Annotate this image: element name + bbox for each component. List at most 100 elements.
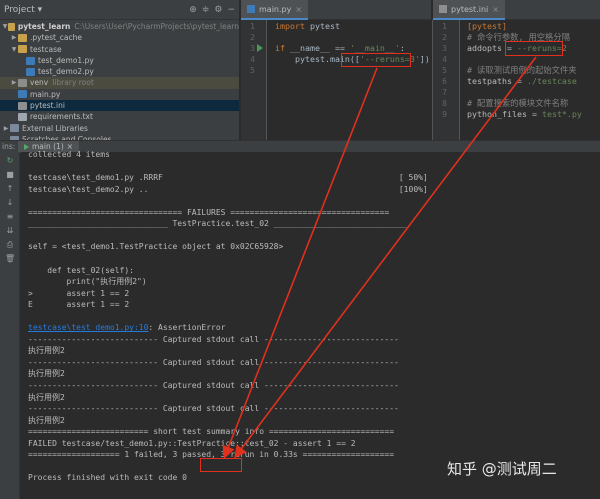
ini-editor-code[interactable]: [pytest] # 命令行参数, 用空格分隔 addopts = --reruns… bbox=[467, 21, 582, 120]
scroll-to-end-icon[interactable]: ⇊ bbox=[5, 226, 15, 236]
project-panel-header: Project ▾ ⊕ ≑ ⚙ − bbox=[0, 0, 239, 20]
tree-item[interactable]: ▼ pytest_learn C:\Users\User\PycharmProjec… bbox=[0, 21, 239, 32]
tree-item[interactable]: pytest.ini bbox=[0, 100, 239, 112]
line-number: 1 bbox=[442, 22, 447, 31]
console-text: _____________________________ TestPracti… bbox=[28, 219, 409, 229]
ini-editor-tabbar: pytest.ini × bbox=[433, 0, 600, 20]
console-text: print("执行用例2") bbox=[28, 277, 147, 287]
code-token: ]) bbox=[419, 54, 430, 64]
console-text: 执行用例2 bbox=[28, 392, 65, 402]
console-line: print("执行用例2") bbox=[28, 276, 147, 287]
console-line: testcase\test_demo2.py .. [100%] bbox=[28, 184, 428, 195]
console-text: --------------------------- Captured std… bbox=[28, 357, 399, 367]
watermark: 知乎 @测试周二 bbox=[447, 460, 557, 478]
main-editor-tabbar: main.py × bbox=[241, 0, 431, 20]
tab-main-py[interactable]: main.py × bbox=[241, 0, 309, 20]
tree-item[interactable]: ▶ .pytest_cache bbox=[0, 32, 239, 43]
hide-panel-icon[interactable]: − bbox=[227, 5, 235, 15]
folder-gray-icon bbox=[18, 79, 27, 88]
console-text: ========================= short test sum… bbox=[28, 427, 395, 437]
run-gutter-icon[interactable] bbox=[257, 44, 263, 52]
tree-item[interactable]: ▶ External Libraries bbox=[0, 123, 239, 134]
tree-item-hint: C:\Users\User\PycharmProjects\pytest_lea… bbox=[74, 22, 239, 31]
run-console[interactable]: collected 4 items testcase\test_demo1.py … bbox=[21, 149, 600, 499]
line-number: 6 bbox=[442, 77, 447, 86]
console-line: testcase\test_demo1.py:10: AssertionErro… bbox=[28, 322, 225, 333]
code-token: '__main__' bbox=[349, 43, 400, 53]
line-number: 1 bbox=[250, 22, 255, 31]
tab-pytest-ini[interactable]: pytest.ini × bbox=[433, 0, 505, 20]
code-line: import pytest bbox=[275, 21, 430, 32]
project-dropdown[interactable]: Project ▾ bbox=[4, 5, 42, 15]
tree-item[interactable]: ▶ venv library root bbox=[0, 77, 239, 89]
gear-icon[interactable]: ⚙ bbox=[214, 5, 222, 15]
py-icon bbox=[26, 56, 35, 65]
code-token: testpaths bbox=[467, 76, 512, 86]
console-line: collected 4 items bbox=[28, 149, 110, 160]
tree-item[interactable]: ▼ testcase bbox=[0, 44, 239, 55]
code-line: # 读取测试用例的起始文件夹 bbox=[467, 65, 582, 76]
up-icon[interactable]: ↑ bbox=[5, 184, 15, 194]
console-line: _____________________________ TestPracti… bbox=[28, 218, 409, 229]
tree-item[interactable]: main.py bbox=[0, 89, 239, 100]
close-tab-icon[interactable]: × bbox=[295, 5, 302, 14]
line-number: 8 bbox=[442, 99, 447, 108]
print-icon[interactable]: ⎙ bbox=[5, 240, 15, 250]
console-text: ================================ FAILURE… bbox=[28, 207, 390, 217]
code-line: testpaths = ./testcase bbox=[467, 76, 582, 87]
console-line: def test_02(self): bbox=[28, 265, 134, 276]
tree-item-label: test_demo2.py bbox=[38, 67, 94, 77]
close-tab-icon[interactable]: × bbox=[492, 5, 499, 14]
python-file-icon bbox=[247, 5, 255, 13]
stop-icon[interactable]: ■ bbox=[5, 170, 15, 180]
console-text: Process finished with exit code 0 bbox=[28, 473, 187, 483]
collapse-all-icon[interactable]: ≑ bbox=[202, 5, 210, 15]
rerun-icon[interactable]: ↻ bbox=[5, 156, 15, 166]
code-line: [pytest] bbox=[467, 21, 582, 32]
code-token: = bbox=[526, 109, 542, 119]
tree-item-label: venv bbox=[30, 78, 49, 88]
console-file-link[interactable]: testcase\test_demo1.py:10 bbox=[28, 323, 148, 332]
console-text: 执行用例2 bbox=[28, 346, 65, 356]
project-panel: Project ▾ ⊕ ≑ ⚙ − ▼ pytest_learn C:\Users\… bbox=[0, 0, 240, 144]
soft-wrap-icon[interactable]: ≡ bbox=[5, 212, 15, 222]
tree-item[interactable]: requirements.txt bbox=[0, 111, 239, 122]
tree-item[interactable]: test_demo2.py bbox=[0, 66, 239, 77]
run-toolbar: ↻ ■ ↑ ↓ ≡ ⇊ ⎙ 🗑 bbox=[0, 152, 20, 499]
console-line: 执行用例2 bbox=[28, 392, 65, 403]
chevron-right-icon[interactable]: ▶ bbox=[10, 32, 18, 43]
tab-main-py-label: main.py bbox=[259, 4, 292, 14]
line-number: 2 bbox=[442, 33, 447, 42]
tree-item[interactable]: test_demo1.py bbox=[0, 55, 239, 66]
chevron-right-icon[interactable]: ▶ bbox=[10, 77, 18, 88]
console-line: --------------------------- Captured std… bbox=[28, 334, 399, 345]
tree-item-label: pytest_learn bbox=[17, 22, 71, 31]
locate-icon[interactable]: ⊕ bbox=[189, 5, 197, 15]
ini-file-icon bbox=[439, 5, 447, 13]
console-line: > assert 1 == 2 bbox=[28, 288, 129, 299]
txt-icon bbox=[18, 113, 27, 122]
code-line: # 配置搜索的模块文件名称 bbox=[467, 98, 582, 109]
console-line: --------------------------- Captured std… bbox=[28, 380, 399, 391]
line-number: 4 bbox=[250, 55, 255, 64]
main-editor-code[interactable]: import pytest if __name__ == '__main__': … bbox=[275, 21, 430, 76]
down-icon[interactable]: ↓ bbox=[5, 198, 15, 208]
clear-icon[interactable]: 🗑 bbox=[5, 254, 15, 264]
console-text: collected 4 items bbox=[28, 150, 110, 159]
tree-item-label: main.py bbox=[30, 89, 61, 99]
console-text: FAILED testcase/test_demo1.py::TestPract… bbox=[28, 438, 356, 448]
code-token: test*.py bbox=[541, 109, 582, 119]
project-panel-tools: ⊕ ≑ ⚙ − bbox=[189, 5, 235, 15]
line-number: 4 bbox=[442, 55, 447, 64]
console-line: 执行用例2 bbox=[28, 368, 65, 379]
line-number: 5 bbox=[250, 66, 255, 75]
line-number: 3 bbox=[250, 44, 255, 53]
code-token: ./testcase bbox=[526, 76, 577, 86]
console-text: testcase\test_demo2.py .. [100%] bbox=[28, 184, 428, 194]
code-token: pytest bbox=[304, 21, 340, 31]
console-text: 执行用例2 bbox=[28, 369, 65, 379]
chevron-right-icon[interactable]: ▶ bbox=[2, 123, 10, 134]
chevron-down-icon[interactable]: ▼ bbox=[10, 44, 18, 55]
tree-item-label: test_demo1.py bbox=[38, 55, 94, 65]
console-text: : AssertionError bbox=[148, 323, 226, 333]
